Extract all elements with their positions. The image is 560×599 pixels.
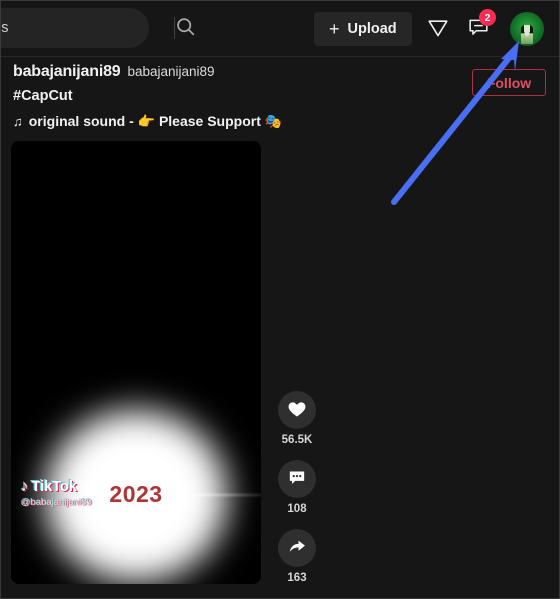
share-action: 163: [277, 529, 317, 584]
like-count: 56.5K: [281, 434, 313, 446]
avatar-image: [521, 25, 533, 44]
music-label: original sound - 👉 Please Support 🎭: [28, 113, 283, 129]
author-handle: babajanijani89: [127, 64, 215, 79]
music-note-icon: ♫: [13, 114, 23, 129]
share-arrow-icon: [287, 536, 308, 560]
author-display-name[interactable]: babajanijani89: [13, 63, 121, 81]
inbox-notification-badge: 2: [479, 9, 496, 26]
send-message-icon: [426, 16, 450, 43]
comment-button[interactable]: [278, 460, 316, 498]
heart-icon: [287, 399, 307, 422]
tiktok-profile-page: + Upload 2 babajanijani89: [0, 0, 560, 599]
video-player[interactable]: 2023 ♪ TikTok @babajanijani89: [11, 141, 261, 584]
share-count: 163: [287, 572, 307, 584]
tiktok-logo: ♪ TikTok: [21, 478, 92, 495]
comment-count: 108: [287, 503, 307, 515]
profile-avatar[interactable]: [510, 12, 544, 46]
top-navigation-bar: + Upload 2: [1, 1, 559, 57]
post-info: babajanijani89 babajanijani89 #CapCut ♫ …: [13, 63, 453, 130]
plus-icon: +: [329, 19, 340, 39]
tiktok-note-icon: ♪: [21, 478, 29, 495]
comment-icon: [287, 468, 307, 491]
like-button[interactable]: [278, 391, 316, 429]
upload-button[interactable]: + Upload: [314, 12, 412, 46]
tiktok-watermark: ♪ TikTok @babajanijani89: [21, 478, 92, 508]
music-link[interactable]: ♫ original sound - 👉 Please Support 🎭: [13, 113, 453, 130]
like-action: 56.5K: [277, 391, 317, 446]
search-input[interactable]: [1, 8, 174, 48]
search-bar[interactable]: [1, 8, 195, 48]
action-rail: 56.5K 108 163: [277, 391, 317, 598]
search-button[interactable]: [175, 8, 196, 48]
post-caption[interactable]: #CapCut: [13, 88, 453, 104]
tiktok-wordmark: TikTok: [31, 478, 77, 495]
search-icon: [175, 16, 196, 40]
comment-action: 108: [277, 460, 317, 515]
share-button[interactable]: [278, 529, 316, 567]
upload-label: Upload: [347, 21, 397, 37]
follow-button[interactable]: Follow: [472, 69, 546, 96]
author-row: babajanijani89 babajanijani89: [13, 63, 453, 81]
send-message-button[interactable]: [422, 13, 454, 45]
watermark-handle: @babajanijani89: [21, 497, 92, 508]
